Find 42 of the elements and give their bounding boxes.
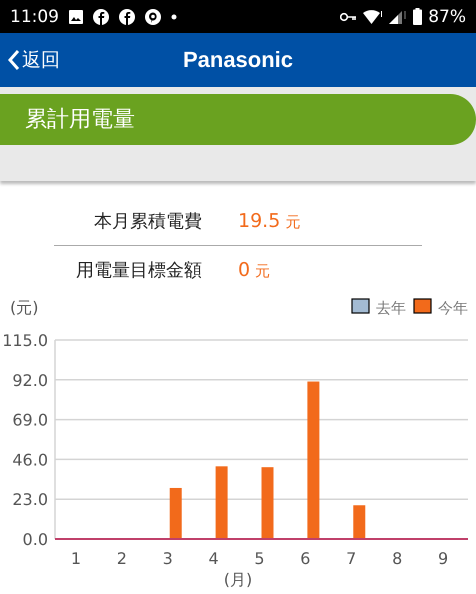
image-icon (69, 10, 83, 24)
summary-value: 19.5 (238, 210, 280, 232)
section-title-bar: 累計用電量 (0, 94, 476, 145)
axis-title: (月) (224, 570, 252, 589)
battery-percentage: 87% (428, 6, 466, 26)
chevron-left-icon (8, 49, 20, 71)
app-title: Panasonic (182, 46, 294, 74)
axis-tick-label: 9 (438, 549, 448, 568)
axis-tick-label: 8 (392, 549, 402, 568)
battery-icon (413, 8, 422, 25)
axis-tick-label: 0.0 (22, 530, 48, 549)
axis-tick-label: 23.0 (12, 490, 48, 510)
axis-title: (元) (10, 298, 38, 317)
axis-tick-label: 7 (346, 549, 356, 568)
bar (170, 488, 182, 539)
summary-label: 本月累積電費 (93, 210, 203, 233)
clock: 11:09 (10, 6, 59, 26)
key-icon (340, 12, 358, 22)
summary-value: 0 (238, 259, 250, 281)
axis-tick-label: 3 (162, 549, 173, 568)
axis-tick-label: 4 (208, 549, 219, 568)
wifi-icon (363, 9, 384, 24)
axis-tick-label: 2 (116, 549, 127, 568)
axis-tick-label: 115.0 (2, 331, 48, 350)
bar (353, 505, 366, 539)
axis-tick-label: 1 (70, 549, 82, 568)
legend-label: 去年 (376, 299, 406, 317)
facebook-icon (93, 8, 109, 24)
axis-tick-label: 6 (300, 549, 310, 568)
signal-icon (389, 9, 408, 24)
unit-label: 元 (285, 213, 300, 231)
unit-label: 元 (255, 262, 270, 280)
back-button[interactable]: 返回 (4, 44, 64, 76)
axis-tick-label: 92.0 (12, 370, 48, 390)
facebook-icon (119, 8, 135, 24)
legend-label: 今年 (438, 299, 468, 317)
axis-tick-label: 5 (254, 549, 265, 568)
axis-tick-label: 46.0 (12, 450, 48, 470)
bar (262, 467, 274, 539)
summary-label: 用電量目標金額 (75, 259, 203, 282)
dot-icon (171, 14, 177, 20)
axis-tick-label: 69.0 (12, 410, 48, 430)
